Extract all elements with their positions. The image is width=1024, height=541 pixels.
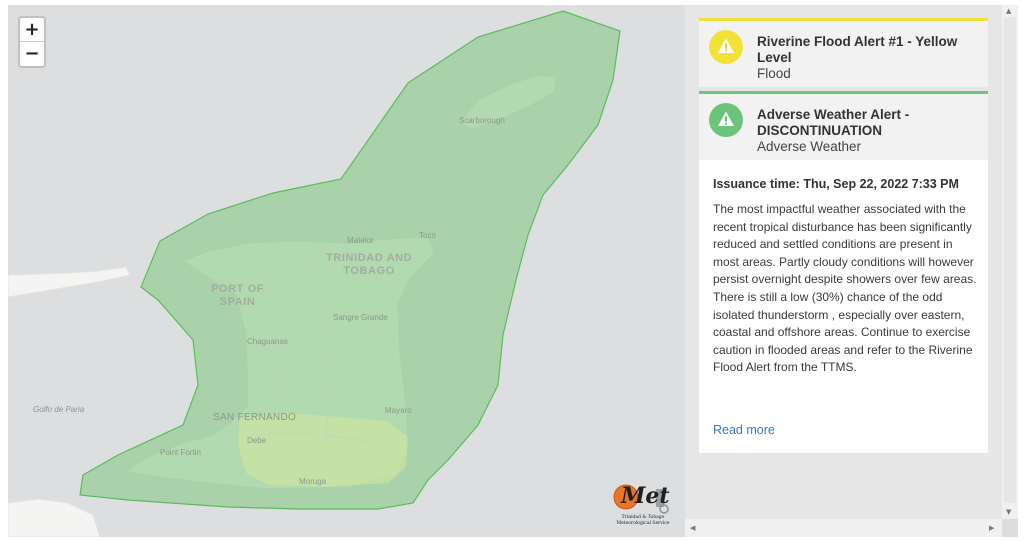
flood-alert-zone (238, 413, 408, 487)
scroll-down-arrow-icon[interactable]: ▼ (1006, 508, 1011, 516)
issuance-time: Issuance time: Thu, Sep 22, 2022 7:33 PM (713, 177, 959, 191)
vertical-scrollbar[interactable]: ▲ ▼ (1002, 5, 1018, 519)
scrollbar-corner (1002, 519, 1018, 537)
horizontal-scrollbar[interactable]: ◀ ▶ (685, 519, 1002, 537)
warning-triangle-icon (709, 30, 743, 64)
alert-type: Flood (757, 66, 791, 81)
scroll-up-arrow-icon[interactable]: ▲ (1006, 7, 1011, 15)
map-label-sangre-grande: Sangre Grande (333, 313, 388, 322)
logo-text-line2: Meteorological Service (616, 521, 670, 526)
alerts-panel: Riverine Flood Alert #1 - Yellow Level F… (685, 5, 1002, 537)
map-label-moruga: Moruga (299, 477, 327, 486)
alert-card-flood[interactable]: Riverine Flood Alert #1 - Yellow Level F… (699, 18, 988, 87)
map-label-point-fortin: Point Fortin (160, 448, 201, 457)
map-label-port-of-spain: PORT OF SPAIN (211, 283, 265, 308)
map-label-matelot: Matelot (347, 236, 374, 245)
map-label-golfo-de-paria: Golfo de Paria (33, 405, 85, 414)
map-label-country: TRINIDAD AND TOBAGO (326, 252, 413, 277)
ttms-logo: Met Trinidad & Tobago Meteorological Ser… (612, 479, 674, 529)
map-label-scarborough: Scarborough (459, 116, 505, 125)
logo-mark: Met (621, 483, 670, 509)
map-label-san-fernando: SAN FERNANDO (213, 412, 297, 423)
map-label-toco: Toco (419, 231, 436, 240)
zoom-in-button[interactable]: + (20, 18, 44, 42)
map-label-mayaro: Mayaro (385, 406, 412, 415)
map-label-debe: Debe (247, 436, 267, 445)
paria-peninsula (8, 266, 131, 298)
alert-description: The most impactful weather associated wi… (713, 202, 977, 375)
logo-text-line1: Trinidad & Tobago (621, 515, 665, 520)
alert-title[interactable]: Riverine Flood Alert #1 - Yellow Level (757, 34, 982, 66)
scroll-right-arrow-icon[interactable]: ▶ (989, 524, 994, 532)
read-more-link[interactable]: Read more (713, 423, 775, 437)
vertical-scroll-thumb[interactable] (1004, 17, 1016, 503)
alert-type: Adverse Weather (757, 139, 862, 154)
warning-triangle-icon (709, 103, 743, 137)
map-view[interactable]: Scarborough Matelot Toco TRINIDAD AND TO… (8, 5, 685, 537)
alert-card-adverse-weather[interactable]: Adverse Weather Alert - DISCONTINUATION … (699, 91, 988, 160)
zoom-control: + − (18, 16, 46, 68)
venezuela-coast (8, 498, 101, 537)
scroll-left-arrow-icon[interactable]: ◀ (690, 524, 695, 532)
map-label-chaguanas: Chaguanas (247, 337, 288, 346)
alert-detail: Issuance time: Thu, Sep 22, 2022 7:33 PM… (699, 160, 988, 453)
alert-title[interactable]: Adverse Weather Alert - DISCONTINUATION (757, 107, 982, 139)
zoom-out-button[interactable]: − (20, 42, 44, 66)
